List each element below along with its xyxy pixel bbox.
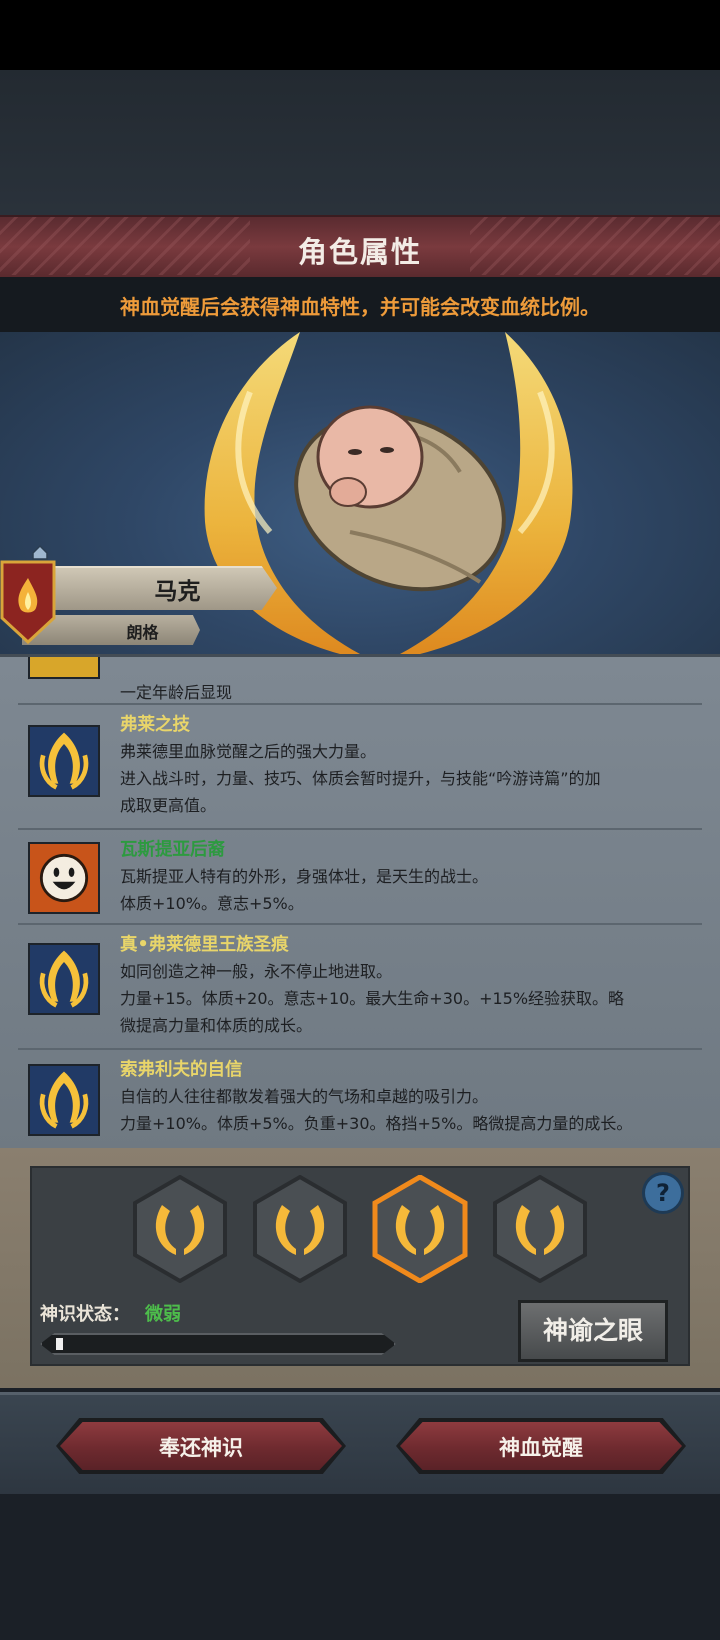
trait-desc: 一定年龄后显现 bbox=[120, 683, 233, 702]
page-title: 角色属性 bbox=[297, 235, 422, 269]
bloodline-slot-4[interactable] bbox=[492, 1175, 588, 1283]
fire-crest-icon bbox=[0, 560, 56, 644]
divine-flame-icon bbox=[28, 1064, 100, 1136]
rank-chevron-icon bbox=[32, 544, 48, 560]
trait-desc: 成取更高值。 bbox=[120, 796, 217, 815]
bottom-background bbox=[0, 1494, 720, 1640]
character-name: 马克 bbox=[154, 579, 201, 605]
trait-desc: 瓦斯提亚人特有的外形，身强体壮，是天生的战士。 bbox=[120, 867, 489, 886]
trait-title: 索弗利夫的自信 bbox=[120, 1060, 243, 1080]
list-item: 真•弗莱德里王族圣痕 如同创造之神一般，永不停止地进取。 力量+15。体质+20… bbox=[0, 925, 720, 1050]
trait-desc: 力量+10%。体质+5%。负重+30。格挡+5%。略微提高力量的成长。 bbox=[120, 1114, 633, 1133]
title-bar: 角色属性 bbox=[0, 215, 720, 279]
trait-desc: 进入战斗时，力量、技巧、体质会暂时提升，与技能“吟游诗篇”的加 bbox=[120, 769, 601, 788]
trait-list[interactable]: 一定年龄后显现 弗莱之技 弗莱德里血脉觉醒之后的强大力量。 进入战斗时，力量、技… bbox=[0, 654, 720, 1151]
blood-awaken-label: 神血觉醒 bbox=[499, 1436, 583, 1460]
list-item: 索弗利夫的自信 自信的人往往都散发着强大的气场和卓越的吸引力。 力量+10%。体… bbox=[0, 1050, 720, 1151]
trait-desc: 自信的人往往都散发着强大的气场和卓越的吸引力。 bbox=[120, 1087, 489, 1106]
divine-state-label: 神识状态： bbox=[40, 1304, 130, 1325]
subtitle-bar: 神血觉醒后会获得神血特性，并可能会改变血统比例。 bbox=[0, 277, 720, 332]
bloodline-slot-1[interactable] bbox=[132, 1175, 228, 1283]
bloodline-slot-2[interactable] bbox=[252, 1175, 348, 1283]
help-button[interactable]: ? bbox=[642, 1172, 684, 1214]
list-item: 一定年龄后显现 bbox=[0, 657, 720, 705]
oracle-eye-button[interactable]: 神谕之眼 bbox=[518, 1300, 668, 1362]
list-item: 瓦斯提亚后裔 瓦斯提亚人特有的外形，身强体壮，是天生的战士。 体质+10%。意志… bbox=[0, 830, 720, 925]
trait-desc: 如同创造之神一般，永不停止地进取。 bbox=[120, 962, 393, 981]
divine-flame-icon bbox=[28, 943, 100, 1015]
top-black-bar bbox=[0, 0, 720, 70]
trait-desc: 力量+15。体质+20。意志+10。最大生命+30。+15%经验获取。略 bbox=[120, 989, 625, 1008]
trait-title: 瓦斯提亚后裔 bbox=[120, 840, 225, 860]
trait-title: 真•弗莱德里王族圣痕 bbox=[120, 935, 289, 955]
character-origin: 朗格 bbox=[126, 623, 159, 642]
list-item: 弗莱之技 弗莱德里血脉觉醒之后的强大力量。 进入战斗时，力量、技巧、体质会暂时提… bbox=[0, 705, 720, 830]
divine-flame-icon bbox=[28, 725, 100, 797]
upper-background bbox=[0, 70, 720, 215]
blood-awaken-button[interactable]: 神血觉醒 bbox=[396, 1418, 686, 1474]
trait-desc: 弗莱德里血脉觉醒之后的强大力量。 bbox=[120, 742, 377, 761]
divine-progress-bar bbox=[40, 1333, 396, 1355]
divine-state-value: 微弱 bbox=[145, 1304, 181, 1325]
return-divinity-button[interactable]: 奉还神识 bbox=[56, 1418, 346, 1474]
trait-desc: 体质+10%。意志+5%。 bbox=[120, 894, 304, 913]
subtitle-text: 神血觉醒后会获得神血特性，并可能会改变血统比例。 bbox=[120, 295, 600, 319]
lock-icon bbox=[28, 657, 100, 679]
return-divinity-label: 奉还神识 bbox=[159, 1436, 243, 1460]
trait-title: 弗莱之技 bbox=[120, 715, 190, 735]
trait-desc: 微提高力量和体质的成长。 bbox=[120, 1016, 313, 1035]
bloodline-slot-3-selected[interactable] bbox=[372, 1175, 468, 1283]
smiley-face-icon bbox=[28, 842, 100, 914]
progress-fill bbox=[56, 1338, 63, 1350]
